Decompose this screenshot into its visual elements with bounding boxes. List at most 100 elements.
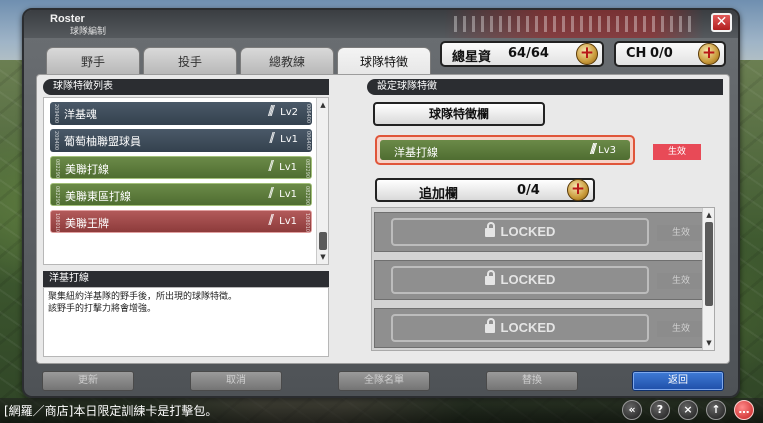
description-line: 聚集紐約洋基隊的野手後，所出現的球隊特徵。 xyxy=(48,292,238,302)
cancel-button[interactable]: 取消 xyxy=(190,371,282,391)
add-slot-label: 追加欄 xyxy=(419,187,459,202)
item-level: Lv1 xyxy=(279,216,297,227)
item-code-right: 082290 xyxy=(304,159,310,178)
scroll-up-icon[interactable]: ▲ xyxy=(704,210,714,220)
slash-decoration: /// xyxy=(589,142,597,157)
description-line: 該野手的打擊力將會增強。 xyxy=(48,304,157,314)
item-code-right: 108010 xyxy=(304,213,310,232)
effect-status-badge: 生效 xyxy=(657,225,705,241)
rewind-icon[interactable]: « xyxy=(622,400,642,420)
slash-decoration: // xyxy=(268,186,274,201)
lock-icon xyxy=(484,222,495,237)
item-name: 美聯王牌 xyxy=(65,217,109,230)
scroll-thumb[interactable] xyxy=(319,232,327,250)
locked-slot-label: LOCKED xyxy=(391,314,649,342)
ch-label: CH xyxy=(626,46,647,61)
up-arrow-icon[interactable]: ↑ xyxy=(706,400,726,420)
window-subtitle: 球隊編制 xyxy=(70,27,107,37)
locked-slots-area: LOCKED 生效 LOCKED 生效 LOCKED 生效 ▲ ▼ xyxy=(371,207,715,351)
list-item[interactable]: 209400 葡萄柚聯盟球員 // Lv1 006400 xyxy=(50,129,312,152)
ch-value: 0/0 xyxy=(650,46,673,61)
trait-list: 209400 洋基魂 /// Lv2 006400 209400 葡萄柚聯盟球員… xyxy=(43,97,329,265)
tab-pitchers[interactable]: 投手 xyxy=(143,47,237,75)
back-button[interactable]: 返回 xyxy=(632,371,724,391)
description-box: 聚集紐約洋基隊的野手後，所出現的球隊特徵。 該野手的打擊力將會增強。 xyxy=(43,287,329,357)
scroll-up-icon[interactable]: ▲ xyxy=(318,100,328,110)
add-ch-button[interactable]: + xyxy=(698,43,720,65)
mute-icon[interactable]: × xyxy=(678,400,698,420)
locked-slot-label: LOCKED xyxy=(391,218,649,246)
item-level: Lv1 xyxy=(279,162,297,173)
scroll-down-icon[interactable]: ▼ xyxy=(318,252,328,262)
trait-list-scrollbar[interactable]: ▲ ▼ xyxy=(316,98,328,264)
locked-slot-label: LOCKED xyxy=(391,266,649,294)
ch-box: CH 0/0 + xyxy=(614,41,726,67)
item-name: 洋基魂 xyxy=(64,108,97,121)
item-level: Lv1 xyxy=(279,189,297,200)
effect-status-badge: 生效 xyxy=(657,273,705,289)
locked-slot: LOCKED 生效 xyxy=(374,308,705,348)
star-total-label: 總星資 xyxy=(452,50,492,65)
content-panel: 球隊特徵列表 209400 洋基魂 /// Lv2 006400 209400 … xyxy=(36,74,730,364)
add-stars-button[interactable]: + xyxy=(576,43,598,65)
description-title: 洋基打線 xyxy=(43,271,329,287)
slash-decoration: // xyxy=(268,159,274,174)
slash-decoration: // xyxy=(269,131,275,146)
item-name: 美聯東區打線 xyxy=(65,190,131,203)
item-code-left: 209400 xyxy=(53,104,59,123)
list-item[interactable]: 209400 洋基魂 /// Lv2 006400 xyxy=(50,102,312,125)
status-bar: [網羅／商店]本日限定訓練卡是打擊包。 « ? × ↑ … xyxy=(0,398,763,423)
equipped-trait-level: Lv3 xyxy=(598,145,616,156)
item-code-left: 082290 xyxy=(54,159,60,178)
tab-team-traits[interactable]: 球隊特徵 xyxy=(337,47,431,77)
set-traits-header: 設定球隊特徵 xyxy=(367,79,723,95)
window-header: Roster 球隊編制 ✕ xyxy=(24,10,738,38)
trait-slot-header: 球隊特徵欄 xyxy=(373,102,545,126)
tab-fielders[interactable]: 野手 xyxy=(46,47,140,75)
help-icon[interactable]: ? xyxy=(650,400,670,420)
star-total-box: 總星資 64/64 + xyxy=(440,41,604,67)
item-level: Lv2 xyxy=(280,107,298,118)
locked-slot: LOCKED 生效 xyxy=(374,260,705,300)
list-item[interactable]: 082290 美聯東區打線 // Lv1 082290 xyxy=(50,183,312,206)
locked-slot: LOCKED 生效 xyxy=(374,212,705,252)
item-code-left: 082290 xyxy=(54,186,60,205)
slash-decoration: /// xyxy=(267,104,275,119)
slash-decoration: // xyxy=(268,213,274,228)
star-total-value: 64/64 xyxy=(508,46,549,61)
trait-list-header: 球隊特徵列表 xyxy=(43,79,329,95)
scroll-down-icon[interactable]: ▼ xyxy=(704,338,714,348)
effect-status-badge: 生效 xyxy=(657,321,705,337)
add-slot-box: 追加欄 0/4 + xyxy=(375,178,595,202)
chat-icon[interactable]: … xyxy=(734,400,754,420)
header-decoration xyxy=(444,10,704,38)
close-button[interactable]: ✕ xyxy=(711,13,732,32)
update-button[interactable]: 更新 xyxy=(42,371,134,391)
equipped-trait-name: 洋基打線 xyxy=(394,146,438,159)
locked-text: LOCKED xyxy=(500,272,556,287)
item-code-left: 108010 xyxy=(54,213,60,232)
scroll-thumb[interactable] xyxy=(705,222,713,306)
item-code-right: 006400 xyxy=(305,131,311,150)
equipped-trait: 洋基打線 /// Lv3 xyxy=(380,140,630,160)
news-ticker: [網羅／商店]本日限定訓練卡是打擊包。 xyxy=(4,404,218,418)
item-level: Lv1 xyxy=(280,134,298,145)
item-name: 美聯打線 xyxy=(65,163,109,176)
full-roster-button[interactable]: 全隊名單 xyxy=(338,371,430,391)
roster-window: Roster 球隊編制 ✕ 野手 投手 總教練 球隊特徵 總星資 64/64 +… xyxy=(22,8,740,398)
add-slot-button[interactable]: + xyxy=(567,179,589,201)
item-code-left: 209400 xyxy=(53,131,59,150)
item-code-right: 082290 xyxy=(304,186,310,205)
equipped-trait-slot[interactable]: 洋基打線 /// Lv3 xyxy=(375,135,635,165)
add-slot-count: 0/4 xyxy=(517,183,540,198)
item-code-right: 006400 xyxy=(305,104,311,123)
list-item[interactable]: 108010 美聯王牌 // Lv1 108010 xyxy=(50,210,312,233)
locked-text: LOCKED xyxy=(500,320,556,335)
lock-icon xyxy=(484,270,495,285)
list-item[interactable]: 082290 美聯打線 // Lv1 082290 xyxy=(50,156,312,179)
replace-button[interactable]: 替換 xyxy=(486,371,578,391)
lock-icon xyxy=(484,318,495,333)
item-name: 葡萄柚聯盟球員 xyxy=(64,135,141,148)
tab-manager[interactable]: 總教練 xyxy=(240,47,334,75)
locked-slots-scrollbar[interactable]: ▲ ▼ xyxy=(702,208,714,350)
